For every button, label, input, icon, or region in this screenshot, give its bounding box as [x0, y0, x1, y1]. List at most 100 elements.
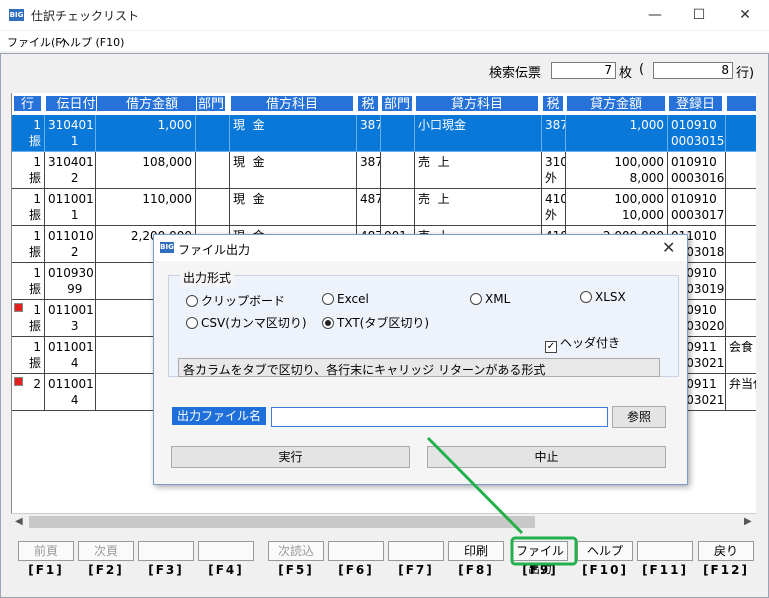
- table-cell-date: 011001 4: [45, 337, 96, 374]
- radio-excel[interactable]: Excel: [322, 292, 369, 306]
- dialog-close-button[interactable]: ✕: [662, 238, 675, 257]
- radio-csv[interactable]: CSV(カンマ区切り): [186, 314, 307, 331]
- table-cell-cacct: 小口現金: [415, 115, 542, 152]
- table-cell-date: 011001 3: [45, 300, 96, 337]
- function-key-f10[interactable]: ヘルプ: [577, 541, 633, 561]
- slip-unit-label: 枚: [619, 66, 633, 81]
- table-row[interactable]: 1 振 011001 1 110,000 現 金 487 売 上 410 外 100,000 …: [12, 189, 756, 226]
- open-paren: (: [639, 62, 645, 77]
- line-count-field: 8: [653, 62, 733, 79]
- table-cell-gyo: 1 振: [12, 226, 45, 263]
- column-header[interactable]: 行: [13, 95, 42, 112]
- file-output-dialog: BIG ファイル出力 ✕ 出力形式 クリップボード Excel XML XLSX…: [153, 234, 688, 485]
- function-key-f8[interactable]: 印刷: [448, 541, 504, 561]
- window-title: 仕訳チェックリスト: [31, 9, 140, 23]
- cancel-button[interactable]: 中止: [427, 446, 666, 468]
- scroll-right-icon[interactable]: ▶: [744, 516, 752, 527]
- table-cell-date: 011001 4: [45, 374, 96, 411]
- table-cell-extra: [726, 152, 756, 189]
- radio-xml[interactable]: XML: [470, 292, 510, 306]
- function-key-label: [F8]: [458, 563, 494, 577]
- table-cell-dacct: 現 金: [230, 189, 357, 226]
- column-header[interactable]: [726, 95, 756, 112]
- table-cell-reg: 010910 0003015: [668, 115, 726, 152]
- table-row[interactable]: 1 振 310401 1 1,000 現 金 387 小口現金 387 1,000 010910…: [12, 115, 756, 152]
- function-key-f2[interactable]: 次頁: [78, 541, 134, 561]
- function-key-f4[interactable]: [198, 541, 254, 561]
- function-key-label: [F11]: [642, 563, 688, 577]
- table-cell-credit: 100,000 8,000: [566, 152, 668, 189]
- radio-clipboard[interactable]: クリップボード: [186, 292, 285, 309]
- dialog-title-bar: BIG ファイル出力 ✕: [154, 235, 687, 261]
- table-cell-tax1: 387: [357, 152, 381, 189]
- function-key-label: [F6]: [338, 563, 374, 577]
- function-key-label: [F3]: [148, 563, 184, 577]
- column-header[interactable]: 借方金額: [96, 95, 208, 112]
- function-key-f9[interactable]: ファイル出力: [512, 541, 568, 576]
- run-button[interactable]: 実行: [171, 446, 410, 468]
- radio-selected-dot-icon: [322, 317, 334, 329]
- output-filename-label: 出力ファイル名: [172, 407, 266, 425]
- table-cell-gyo: 1 振: [12, 115, 45, 152]
- table-cell-cacct: 売 上: [415, 152, 542, 189]
- close-button[interactable]: ✕: [735, 5, 755, 25]
- function-key-f7[interactable]: [388, 541, 444, 561]
- menu-file[interactable]: ファイル(F): [7, 34, 66, 50]
- radio-txt[interactable]: TXT(タブ区切り): [322, 314, 429, 331]
- function-key-label: [F10]: [582, 563, 628, 577]
- column-header[interactable]: 税: [542, 95, 564, 112]
- column-header[interactable]: 貸方科目: [415, 95, 539, 112]
- column-header[interactable]: 部門: [196, 95, 226, 112]
- horizontal-scrollbar[interactable]: ◀ ▶: [11, 513, 756, 529]
- search-slips-label: 検索伝票: [489, 66, 542, 81]
- function-key-f1[interactable]: 前頁: [18, 541, 74, 561]
- table-cell-credit: 1,000: [566, 115, 668, 152]
- column-header[interactable]: 税: [357, 95, 379, 112]
- column-header[interactable]: 登録日: [668, 95, 723, 112]
- table-cell-extra: [726, 300, 756, 337]
- function-key-f6[interactable]: [328, 541, 384, 561]
- minimize-button[interactable]: —: [645, 5, 665, 25]
- function-key-f5[interactable]: 次読込: [268, 541, 324, 561]
- title-bar: BIG 仕訳チェックリスト — ☐ ✕: [0, 0, 769, 30]
- scroll-thumb[interactable]: [29, 516, 535, 528]
- function-key-label: [F12]: [703, 563, 749, 577]
- radio-dot-icon: [580, 291, 592, 303]
- radio-dot-icon: [186, 317, 198, 329]
- column-header[interactable]: 部門: [381, 95, 413, 112]
- table-cell-date: 011010 2: [45, 226, 96, 263]
- table-cell-dept2: [381, 152, 415, 189]
- function-key-label: [F2]: [88, 563, 124, 577]
- table-cell-extra: [726, 115, 756, 152]
- app-logo-icon: BIG: [9, 9, 24, 21]
- table-cell-debit: 1,000: [96, 115, 196, 152]
- function-key-label: [F9]: [522, 563, 558, 577]
- table-cell-extra: [726, 189, 756, 226]
- table-cell-date: 011001 1: [45, 189, 96, 226]
- radio-xlsx[interactable]: XLSX: [580, 290, 626, 304]
- table-cell-extra: 会食: [726, 337, 756, 374]
- column-header[interactable]: 貸方金額: [566, 95, 666, 112]
- scroll-left-icon[interactable]: ◀: [15, 516, 23, 527]
- radio-dot-icon: [470, 293, 482, 305]
- function-key-f12[interactable]: 戻り: [698, 541, 754, 561]
- maximize-button[interactable]: ☐: [689, 5, 709, 25]
- table-cell-dept2: [381, 189, 415, 226]
- browse-button[interactable]: 参照: [612, 406, 666, 428]
- column-header[interactable]: 借方科目: [230, 95, 354, 112]
- table-cell-tax2: 410 外: [542, 189, 566, 226]
- table-cell-date: 310401 2: [45, 152, 96, 189]
- menu-bar: ファイル(F) ヘルプ (F10): [0, 31, 769, 51]
- table-cell-dept1: [196, 115, 230, 152]
- table-cell-credit: 100,000 10,000: [566, 189, 668, 226]
- table-cell-date: 310401 1: [45, 115, 96, 152]
- table-cell-dept1: [196, 189, 230, 226]
- function-key-f3[interactable]: [138, 541, 194, 561]
- table-row[interactable]: 1 振 310401 2 108,000 現 金 387 売 上 310 外 100,000 …: [12, 152, 756, 189]
- function-key-f11[interactable]: [637, 541, 693, 561]
- table-cell-extra: 弁当代: [726, 374, 756, 411]
- table-cell-reg: 010910 0003017: [668, 189, 726, 226]
- header-checkbox[interactable]: ✓ ヘッダ付き: [545, 334, 620, 353]
- menu-help[interactable]: ヘルプ (F10): [59, 34, 124, 50]
- output-filename-input[interactable]: [271, 407, 608, 427]
